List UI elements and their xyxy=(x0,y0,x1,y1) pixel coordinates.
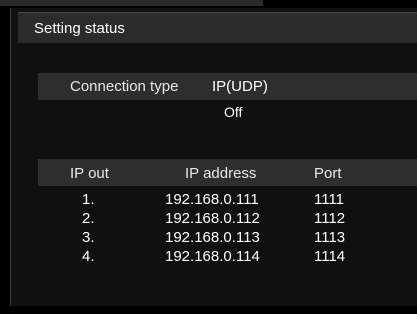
column-header-ip-address: IP address xyxy=(185,165,257,182)
row-ip-address: 192.168.0.112 xyxy=(165,210,260,227)
row-index: 4. xyxy=(82,248,95,265)
connection-type-value: IP(UDP) xyxy=(212,78,268,95)
top-strip-segment-dark xyxy=(263,0,417,6)
table-row: 2. 192.168.0.112 1112 xyxy=(38,210,417,228)
row-index: 1. xyxy=(82,191,95,208)
section-title: Setting status xyxy=(34,20,125,37)
row-index: 3. xyxy=(82,229,95,246)
top-strip xyxy=(0,0,417,6)
row-port: 1112 xyxy=(314,210,346,227)
table-row: 1. 192.168.0.111 1111 xyxy=(38,191,417,209)
column-header-port: Port xyxy=(314,165,342,182)
connection-type-label: Connection type xyxy=(70,78,179,95)
table-row: 3. 192.168.0.113 1113 xyxy=(38,229,417,247)
section-title-bar: Setting status xyxy=(18,12,417,43)
row-port: 1113 xyxy=(314,229,346,246)
row-port: 1114 xyxy=(314,248,346,265)
table-row: 4. 192.168.0.114 1114 xyxy=(38,248,417,266)
row-ip-address: 192.168.0.113 xyxy=(165,229,260,246)
row-port: 1111 xyxy=(314,191,345,208)
connection-type-row: Connection type IP(UDP) xyxy=(38,73,417,100)
row-ip-address: 192.168.0.114 xyxy=(165,248,260,265)
column-header-ip-out: IP out xyxy=(70,165,109,182)
row-ip-address: 192.168.0.111 xyxy=(165,191,259,208)
top-strip-segment xyxy=(0,0,263,6)
ip-table-header: IP out IP address Port xyxy=(38,159,417,186)
connection-status-value: Off xyxy=(224,104,243,120)
row-index: 2. xyxy=(82,210,95,227)
